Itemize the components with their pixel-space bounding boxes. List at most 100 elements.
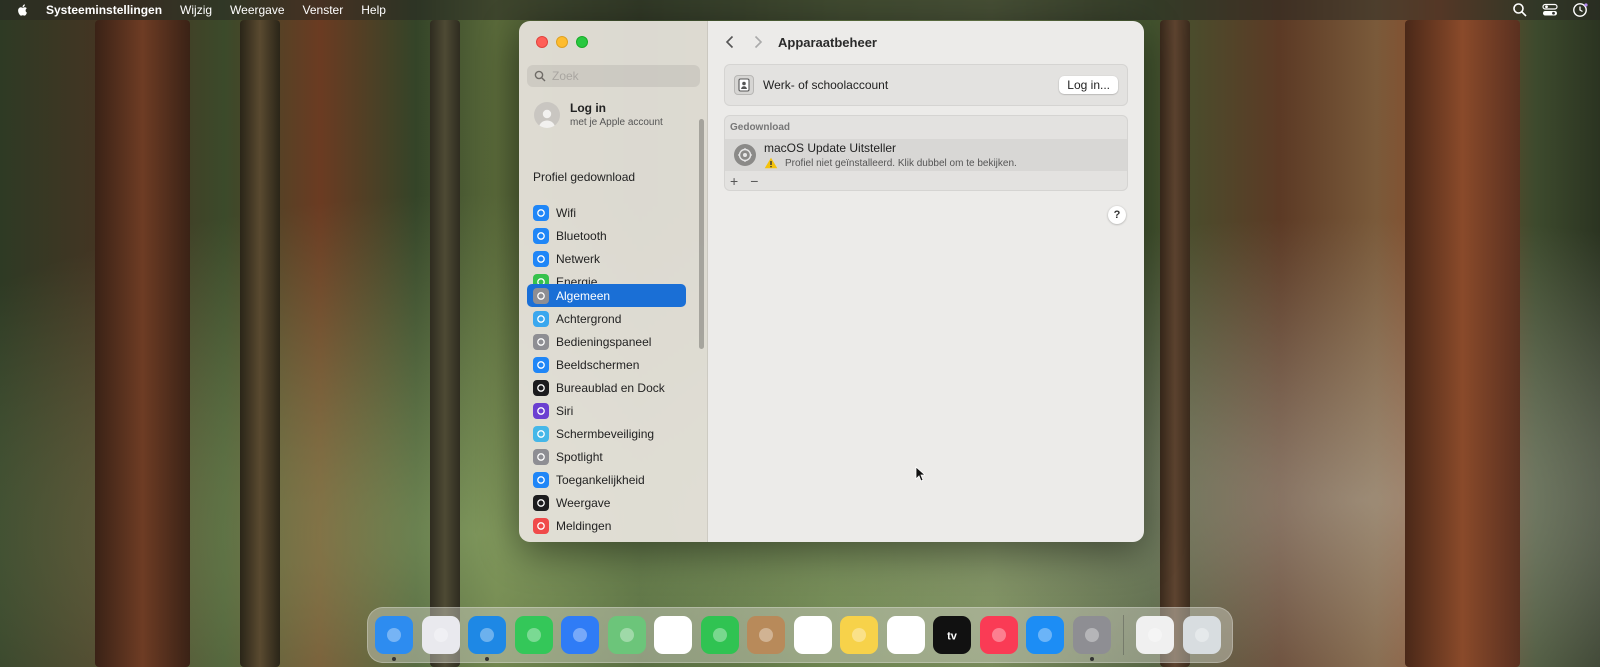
globe-icon: [533, 250, 549, 267]
magnifier-icon: [533, 448, 549, 465]
profile-status: Profiel niet geïnstalleerd. Klik dubbel …: [764, 157, 1017, 169]
sidebar-item-achtergrond[interactable]: Achtergrond: [527, 307, 686, 330]
clock-icon[interactable]: [1572, 2, 1588, 18]
dock-app-notities[interactable]: [840, 616, 878, 654]
back-button[interactable]: [720, 32, 740, 52]
downloaded-header: Gedownload: [730, 122, 790, 133]
running-indicator: [392, 657, 396, 661]
downloaded-profiles-card: Gedownload macOS Update Uitsteller Profi…: [724, 115, 1128, 191]
tree-trunk: [240, 20, 280, 667]
dock-app-berichten[interactable]: [514, 616, 553, 654]
menu-venster[interactable]: Venster: [303, 3, 344, 17]
sidebar-item-label: Netwerk: [556, 251, 601, 266]
gear-icon: [533, 287, 549, 304]
work-account-label: Werk- of schoolaccount: [763, 78, 889, 92]
tree-trunk: [430, 20, 460, 667]
apple-account-login[interactable]: Log in met je Apple account: [534, 101, 663, 128]
sidebar-item-siri[interactable]: Siri: [527, 399, 686, 422]
dock-app-facetime[interactable]: [700, 616, 739, 654]
dock-app-tv[interactable]: tv: [933, 616, 971, 654]
sidebar-item-label: Weergave: [556, 495, 611, 510]
sidebar-item-label: Beeldschermen: [556, 357, 640, 372]
dock-app-systeeminstellingen[interactable]: [1072, 616, 1111, 661]
menu-help[interactable]: Help: [361, 3, 386, 17]
flower-icon: [533, 310, 549, 327]
dock-app-safari[interactable]: [468, 616, 506, 661]
profile-status-text: Profiel niet geïnstalleerd. Klik dubbel …: [785, 157, 1017, 169]
work-account-card: Werk- of schoolaccount Log in...: [724, 64, 1128, 106]
add-profile-button[interactable]: +: [730, 173, 738, 189]
accessibility-icon: [533, 471, 549, 488]
dock-separator: [1123, 615, 1124, 655]
remove-profile-button[interactable]: −: [750, 173, 758, 189]
appearance-icon: [533, 494, 549, 511]
close-button[interactable]: [536, 36, 548, 48]
dock-app-foto-s[interactable]: [654, 616, 692, 654]
search-input[interactable]: Zoek: [527, 65, 700, 87]
sidebar-item-meldingen[interactable]: Meldingen: [527, 514, 686, 537]
sidebar-item-algemeen[interactable]: Algemeen: [527, 284, 686, 307]
sidebar-item-label: Toegankelijkheid: [556, 472, 645, 487]
profile-row[interactable]: macOS Update Uitsteller Profiel niet geï…: [725, 139, 1127, 171]
dock-app-prullenmand[interactable]: [1182, 616, 1221, 654]
sidebar-scrollbar[interactable]: [699, 119, 704, 349]
dock-app-finder[interactable]: [375, 616, 413, 661]
dock-app-freeform[interactable]: [886, 616, 925, 654]
sidebar-item-bureaublad-en-dock[interactable]: Bureaublad en Dock: [527, 376, 686, 399]
minimize-button[interactable]: [556, 36, 568, 48]
apple-logo-icon[interactable]: [16, 3, 30, 17]
control-center-icon[interactable]: [1542, 2, 1558, 18]
dock-app-muziek[interactable]: [979, 616, 1018, 654]
dock-app-contacten[interactable]: [747, 616, 785, 654]
sidebar-item-toegankelijkheid[interactable]: Toegankelijkheid: [527, 468, 686, 491]
sidebar-item-bedieningspaneel[interactable]: Bedieningspaneel: [527, 330, 686, 353]
profile-downloaded-item[interactable]: Profiel gedownload: [533, 170, 635, 184]
sidebar-item-label: Siri: [556, 403, 574, 418]
sidebar-item-schermbeveiliging[interactable]: Schermbeveiliging: [527, 422, 686, 445]
sidebar-item-spotlight[interactable]: Spotlight: [527, 445, 686, 468]
sidebar-item-label: Achtergrond: [556, 311, 622, 326]
sidebar-item-netwerk[interactable]: Netwerk: [527, 247, 686, 270]
menu-app-name[interactable]: Systeeminstellingen: [46, 3, 162, 17]
zoom-button[interactable]: [576, 36, 588, 48]
sidebar: Zoek Log in met je Apple account Profiel…: [519, 21, 708, 542]
dock-icon: [533, 379, 549, 396]
login-button[interactable]: Log in...: [1059, 76, 1118, 94]
menu-bar: Systeeminstellingen Wijzig Weergave Vens…: [0, 0, 1600, 20]
tree-trunk: [1160, 20, 1190, 667]
running-indicator: [485, 657, 489, 661]
help-button[interactable]: ?: [1108, 206, 1126, 224]
tree-trunk: [95, 20, 190, 667]
running-indicator: [1089, 657, 1094, 661]
sidebar-item-weergave[interactable]: Weergave: [527, 491, 686, 514]
dock-app-config[interactable]: [1136, 616, 1174, 654]
svg-text:tv: tv: [947, 631, 958, 643]
sidebar-item-bluetooth[interactable]: Bluetooth: [527, 224, 686, 247]
profile-name: macOS Update Uitsteller: [764, 141, 897, 155]
dock-app-launchpad[interactable]: [421, 616, 460, 654]
sidebar-item-label: Bedieningspaneel: [556, 334, 652, 349]
control-center-icon: [533, 333, 549, 350]
sidebar-item-wifi[interactable]: Wifi: [527, 201, 686, 224]
sidebar-nav-system: Algemeen Achtergrond Bedieningspaneel Beeld…: [527, 284, 686, 542]
forward-button[interactable]: [748, 32, 768, 52]
dock-app-mail[interactable]: [561, 616, 599, 654]
chevron-left-icon: [725, 35, 734, 49]
window-controls: [536, 36, 588, 48]
toolbar: Apparaatbeheer: [708, 21, 1144, 63]
sidebar-item-label: Algemeen: [556, 288, 611, 303]
dock-app-herinneringen[interactable]: [793, 616, 832, 654]
chevron-right-icon: [754, 35, 763, 49]
sidebar-item-beeldschermen[interactable]: Beeldschermen: [527, 353, 686, 376]
bluetooth-icon: [533, 227, 549, 244]
sidebar-item-label: Bluetooth: [556, 228, 607, 243]
menu-wijzig[interactable]: Wijzig: [180, 3, 212, 17]
spotlight-search-icon[interactable]: [1512, 2, 1528, 18]
menu-weergave[interactable]: Weergave: [230, 3, 284, 17]
dock-app-kaarten[interactable]: [607, 616, 646, 654]
sidebar-item-label: Spotlight: [556, 449, 603, 464]
sidebar-item-label: Bureaublad en Dock: [556, 380, 665, 395]
dock-app-app-store[interactable]: [1026, 616, 1064, 654]
page-title: Apparaatbeheer: [778, 34, 877, 50]
search-icon: [534, 70, 546, 82]
